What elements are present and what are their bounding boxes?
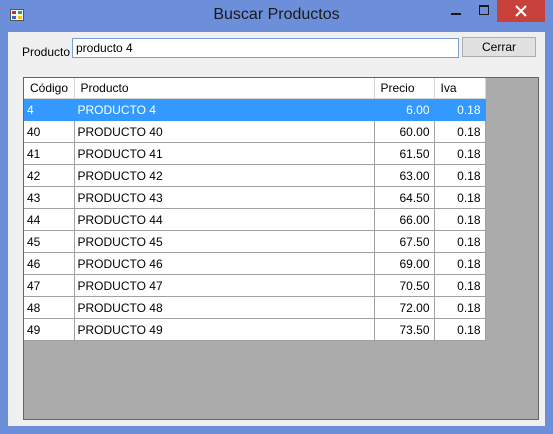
column-header-producto[interactable]: Producto bbox=[74, 78, 375, 99]
window: Buscar Productos Producto : Cerrar Códig… bbox=[0, 0, 553, 434]
window-close-button[interactable] bbox=[497, 0, 545, 22]
cell-precio[interactable]: 73.50 bbox=[374, 318, 435, 341]
producto-label: Producto : bbox=[22, 45, 77, 59]
cell-codigo[interactable]: 43 bbox=[24, 186, 75, 209]
table-body: 4 PRODUCTO 4 6.00 0.18 40 PRODUCTO 40 60.00 0.1… bbox=[24, 98, 486, 341]
cell-iva[interactable]: 0.18 bbox=[434, 98, 486, 121]
cell-iva[interactable]: 0.18 bbox=[434, 252, 486, 275]
cell-precio[interactable]: 63.00 bbox=[374, 164, 435, 187]
cell-precio[interactable]: 6.00 bbox=[374, 98, 435, 121]
cell-producto[interactable]: PRODUCTO 47 bbox=[74, 274, 375, 297]
cell-iva[interactable]: 0.18 bbox=[434, 186, 486, 209]
minimize-button[interactable] bbox=[442, 0, 470, 22]
cell-codigo[interactable]: 48 bbox=[24, 296, 75, 319]
cell-codigo[interactable]: 46 bbox=[24, 252, 75, 275]
cell-iva[interactable]: 0.18 bbox=[434, 318, 486, 341]
cell-producto[interactable]: PRODUCTO 49 bbox=[74, 318, 375, 341]
cell-producto[interactable]: PRODUCTO 41 bbox=[74, 142, 375, 165]
products-table: Código Producto Precio Iva 4 PRODUCTO 4 6.… bbox=[24, 78, 486, 341]
cell-codigo[interactable]: 41 bbox=[24, 142, 75, 165]
cell-precio[interactable]: 69.00 bbox=[374, 252, 435, 275]
maximize-button[interactable] bbox=[470, 0, 498, 22]
search-input[interactable] bbox=[72, 38, 459, 58]
table-row[interactable]: 46 PRODUCTO 46 69.00 0.18 bbox=[24, 252, 486, 275]
products-grid[interactable]: Código Producto Precio Iva 4 PRODUCTO 4 6.… bbox=[23, 77, 539, 420]
cell-codigo[interactable]: 45 bbox=[24, 230, 75, 253]
cell-iva[interactable]: 0.18 bbox=[434, 274, 486, 297]
cell-codigo[interactable]: 4 bbox=[24, 98, 75, 121]
cell-precio[interactable]: 67.50 bbox=[374, 230, 435, 253]
table-row[interactable]: 43 PRODUCTO 43 64.50 0.18 bbox=[24, 186, 486, 209]
table-row[interactable]: 45 PRODUCTO 45 67.50 0.18 bbox=[24, 230, 486, 253]
cell-producto[interactable]: PRODUCTO 45 bbox=[74, 230, 375, 253]
cell-precio[interactable]: 64.50 bbox=[374, 186, 435, 209]
cell-codigo[interactable]: 42 bbox=[24, 164, 75, 187]
cell-precio[interactable]: 60.00 bbox=[374, 120, 435, 143]
cell-codigo[interactable]: 47 bbox=[24, 274, 75, 297]
cell-iva[interactable]: 0.18 bbox=[434, 296, 486, 319]
cell-iva[interactable]: 0.18 bbox=[434, 142, 486, 165]
table-row[interactable]: 47 PRODUCTO 47 70.50 0.18 bbox=[24, 274, 486, 297]
table-row[interactable]: 40 PRODUCTO 40 60.00 0.18 bbox=[24, 120, 486, 143]
cell-producto[interactable]: PRODUCTO 43 bbox=[74, 186, 375, 209]
table-row[interactable]: 44 PRODUCTO 44 66.00 0.18 bbox=[24, 208, 486, 231]
title-bar[interactable]: Buscar Productos bbox=[0, 0, 553, 32]
cell-iva[interactable]: 0.18 bbox=[434, 164, 486, 187]
table-row[interactable]: 48 PRODUCTO 48 72.00 0.18 bbox=[24, 296, 486, 319]
cell-codigo[interactable]: 40 bbox=[24, 120, 75, 143]
column-header-iva[interactable]: Iva bbox=[434, 78, 486, 99]
table-row[interactable]: 4 PRODUCTO 4 6.00 0.18 bbox=[24, 98, 486, 121]
cell-producto[interactable]: PRODUCTO 48 bbox=[74, 296, 375, 319]
table-row[interactable]: 42 PRODUCTO 42 63.00 0.18 bbox=[24, 164, 486, 187]
cell-iva[interactable]: 0.18 bbox=[434, 230, 486, 253]
cell-producto[interactable]: PRODUCTO 46 bbox=[74, 252, 375, 275]
client-area: Producto : Cerrar Código Producto Precio… bbox=[8, 32, 545, 426]
cell-precio[interactable]: 66.00 bbox=[374, 208, 435, 231]
cell-producto[interactable]: PRODUCTO 42 bbox=[74, 164, 375, 187]
cell-producto[interactable]: PRODUCTO 40 bbox=[74, 120, 375, 143]
cell-iva[interactable]: 0.18 bbox=[434, 120, 486, 143]
cell-producto[interactable]: PRODUCTO 4 bbox=[74, 98, 375, 121]
table-row[interactable]: 49 PRODUCTO 49 73.50 0.18 bbox=[24, 318, 486, 341]
cell-iva[interactable]: 0.18 bbox=[434, 208, 486, 231]
cell-precio[interactable]: 70.50 bbox=[374, 274, 435, 297]
cell-producto[interactable]: PRODUCTO 44 bbox=[74, 208, 375, 231]
cell-precio[interactable]: 72.00 bbox=[374, 296, 435, 319]
table-row[interactable]: 41 PRODUCTO 41 61.50 0.18 bbox=[24, 142, 486, 165]
cell-precio[interactable]: 61.50 bbox=[374, 142, 435, 165]
cerrar-button[interactable]: Cerrar bbox=[462, 37, 536, 57]
header-row: Código Producto Precio Iva bbox=[24, 78, 486, 99]
column-header-precio[interactable]: Precio bbox=[374, 78, 435, 99]
column-header-codigo[interactable]: Código bbox=[24, 78, 75, 99]
cell-codigo[interactable]: 44 bbox=[24, 208, 75, 231]
cell-codigo[interactable]: 49 bbox=[24, 318, 75, 341]
